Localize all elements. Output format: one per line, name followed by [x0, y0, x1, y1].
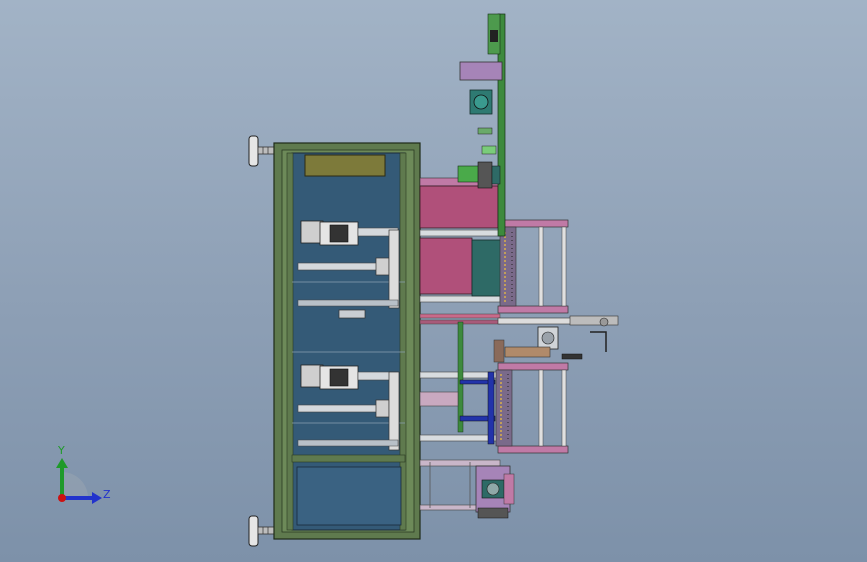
x-axis-origin	[58, 494, 66, 502]
z-axis-label: Z	[103, 488, 111, 501]
press-frame-upper	[497, 219, 569, 314]
y-axis-label: Y	[57, 444, 65, 457]
magenta-block-assembly	[419, 177, 509, 433]
bottom-drive-unit	[475, 465, 515, 519]
main-frame	[273, 142, 421, 540]
center-cylinder-assembly	[493, 315, 619, 363]
orientation-triad: Y Z	[56, 444, 111, 504]
machine-assembly-drawing: Y Z	[56, 13, 619, 547]
triad-plane-icon	[62, 472, 88, 498]
cad-viewport[interactable]: Y Z	[0, 0, 867, 562]
press-frame-lower	[487, 362, 569, 454]
